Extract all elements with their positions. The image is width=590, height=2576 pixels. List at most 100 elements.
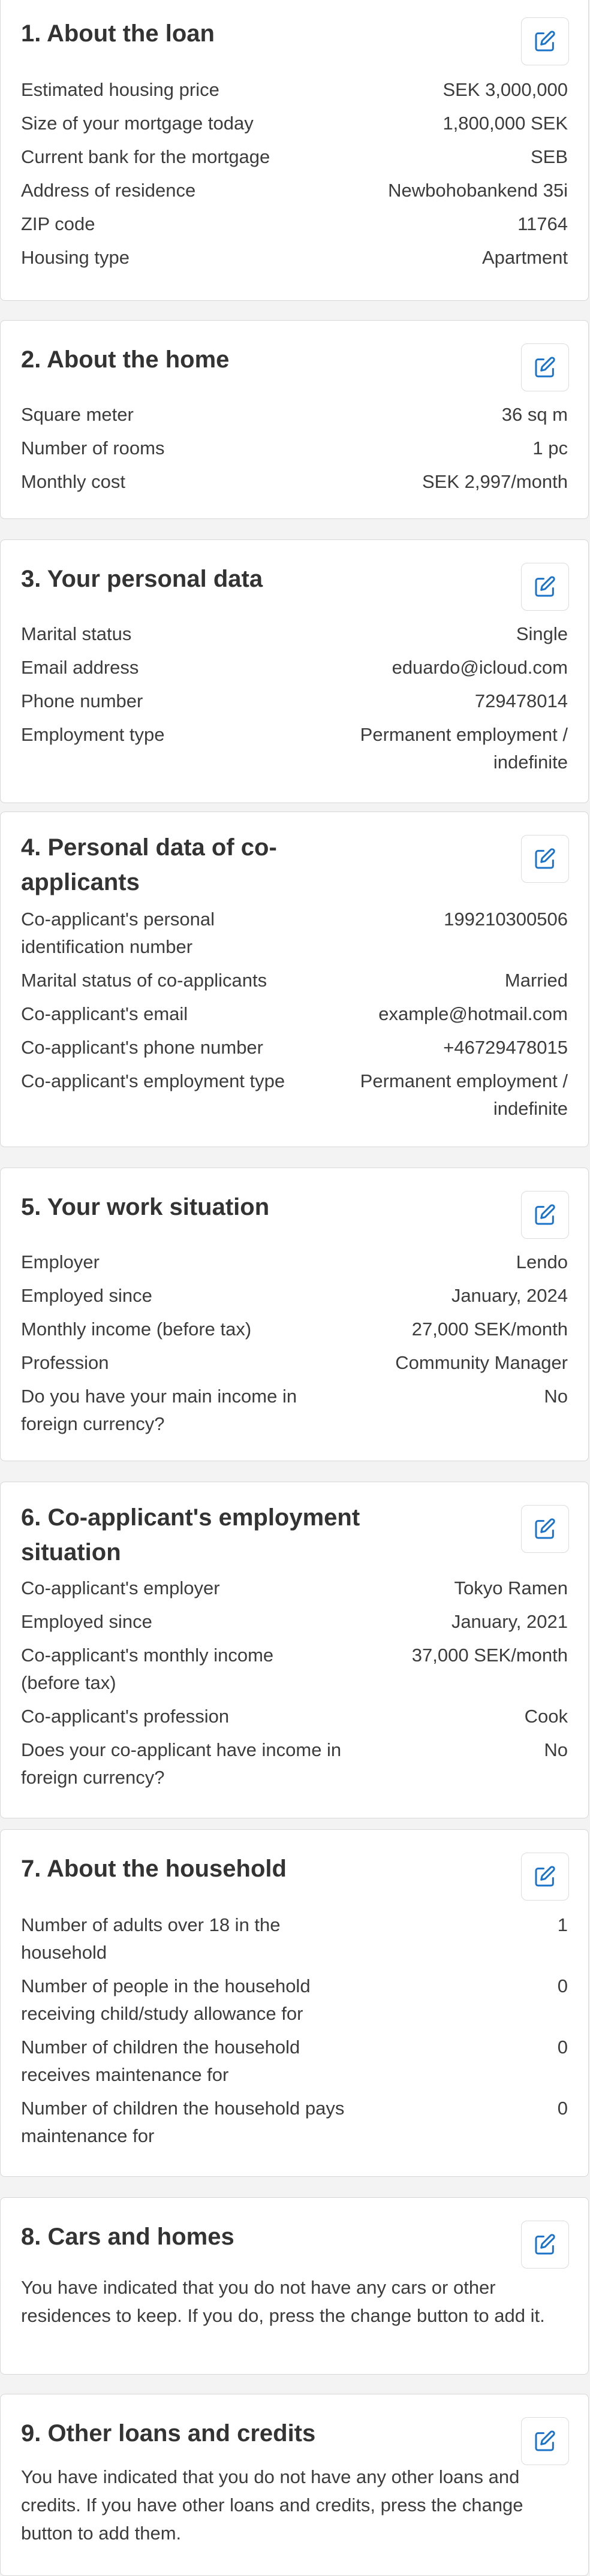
row-value: Cook — [524, 1706, 568, 1727]
edit-button[interactable] — [521, 343, 569, 391]
info-row: Co-applicant's profession Cook — [21, 1703, 568, 1730]
section-cars-homes: 8. Cars and homes You have indicated tha… — [0, 2197, 589, 2375]
row-value: Tokyo Ramen — [454, 1577, 568, 1598]
section-household: 7. About the household Number of adults … — [0, 1829, 589, 2177]
row-label: Size of your mortgage today — [21, 113, 254, 134]
row-value: 729478014 — [474, 690, 568, 711]
row-value: +46729478015 — [443, 1037, 568, 1058]
edit-icon — [535, 357, 555, 378]
section-title: 8. Cars and homes — [21, 2224, 234, 2250]
row-label: Email address — [21, 657, 139, 678]
row-label: Number of adults over 18 in the househol… — [21, 1914, 281, 1963]
edit-icon — [535, 2234, 555, 2255]
edit-button[interactable] — [521, 835, 569, 883]
row-value: Married — [504, 970, 568, 991]
section-description: You have indicated that you do not have … — [21, 2466, 523, 2544]
row-label: Phone number — [21, 690, 143, 711]
info-row: Employer Lendo — [21, 1248, 568, 1276]
info-row: Monthly income (before tax) 27,000 SEK/mo… — [21, 1316, 568, 1343]
row-label: Number of people in the household receiv… — [21, 1975, 311, 2024]
row-value: Permanent employment / indefinite — [360, 724, 568, 773]
row-label: Co-applicant's profession — [21, 1706, 230, 1727]
info-row: Does your co-applicant have income in fo… — [21, 1736, 568, 1791]
edit-button[interactable] — [521, 17, 569, 65]
section-co-applicant-data: 4. Personal data of co-applicants Co-app… — [0, 812, 589, 1147]
info-row: Marital status of co-applicants Married — [21, 967, 568, 994]
info-row: Employment type Permanent employment / in… — [21, 721, 568, 776]
row-label: Co-applicant's monthly income (before ta… — [21, 1645, 274, 1693]
info-row: Employed since January, 2021 — [21, 1608, 568, 1636]
info-row: Co-applicant's employment type Permanent … — [21, 1067, 568, 1123]
row-label: Marital status — [21, 623, 132, 644]
info-row: Profession Community Manager — [21, 1349, 568, 1377]
row-value: January, 2024 — [451, 1285, 568, 1306]
row-value: 0 — [557, 2037, 568, 2058]
row-value: 36 sq m — [501, 404, 568, 425]
row-value: 1 pc — [532, 438, 568, 459]
info-row: Number of adults over 18 in the househol… — [21, 1911, 568, 1966]
info-row: Monthly cost SEK 2,997/month — [21, 468, 568, 496]
info-row: Number of children the household pays ma… — [21, 2095, 568, 2150]
row-label: Co-applicant's phone number — [21, 1037, 263, 1058]
row-label: Co-applicant's email — [21, 1003, 188, 1024]
section-title: 7. About the household — [21, 1856, 287, 1882]
row-value: Newbohobankend 35i — [388, 180, 568, 201]
info-row: Size of your mortgage today 1,800,000 SEK — [21, 110, 568, 137]
section-description: You have indicated that you do not have … — [21, 2277, 545, 2326]
row-value: eduardo@icloud.com — [392, 657, 568, 678]
info-row: Co-applicant's employer Tokyo Ramen — [21, 1574, 568, 1602]
row-value: 1 — [557, 1914, 568, 1935]
info-row: Number of people in the household receiv… — [21, 1972, 568, 2028]
row-label: Current bank for the mortgage — [21, 146, 270, 167]
row-value: January, 2021 — [451, 1611, 568, 1632]
row-value: Single — [516, 623, 568, 644]
info-row: Co-applicant's monthly income (before ta… — [21, 1642, 568, 1697]
info-row: Phone number 729478014 — [21, 687, 568, 715]
row-label: Co-applicant's employment type — [21, 1070, 285, 1091]
info-row: Number of children the household receive… — [21, 2034, 568, 2089]
row-label: Does your co-applicant have income in fo… — [21, 1739, 342, 1788]
row-label: Number of children the household receive… — [21, 2037, 300, 2085]
info-row: Email address eduardo@icloud.com — [21, 654, 568, 681]
row-label: Employer — [21, 1251, 100, 1272]
row-value: SEK 2,997/month — [422, 471, 568, 492]
row-label: Monthly income (before tax) — [21, 1319, 252, 1340]
section-title: 4. Personal data of co-applicants — [21, 834, 277, 895]
row-value: SEK 3,000,000 — [442, 79, 568, 100]
row-value: 11764 — [517, 213, 568, 234]
row-label: Address of residence — [21, 180, 196, 201]
summary-page: 1. About the loan Estimated housing pric… — [0, 0, 590, 2576]
section-title: 2. About the home — [21, 346, 230, 373]
section-personal-data: 3. Your personal data Marital status Sing… — [0, 539, 589, 803]
section-work-situation: 5. Your work situation Employer Lendo Emp… — [0, 1168, 589, 1461]
row-label: Profession — [21, 1352, 109, 1373]
row-label: Monthly cost — [21, 471, 126, 492]
row-label: Estimated housing price — [21, 79, 219, 100]
row-value: Permanent employment / indefinite — [360, 1070, 568, 1119]
info-row: Co-applicant's phone number +46729478015 — [21, 1034, 568, 1061]
edit-button[interactable] — [521, 1505, 569, 1553]
edit-icon — [535, 576, 555, 597]
edit-button[interactable] — [521, 563, 569, 611]
edit-button[interactable] — [521, 2221, 569, 2269]
section-title: 6. Co-applicant's employment situation — [21, 1504, 360, 1565]
info-row: Estimated housing price SEK 3,000,000 — [21, 76, 568, 104]
row-label: Co-applicant's personal identification n… — [21, 909, 215, 957]
row-value: No — [544, 1739, 568, 1760]
row-label: Housing type — [21, 247, 130, 268]
section-about-loan: 1. About the loan Estimated housing pric… — [0, 0, 589, 301]
info-row: Address of residence Newbohobankend 35i — [21, 177, 568, 204]
row-value: 27,000 SEK/month — [411, 1319, 568, 1340]
row-value: 0 — [557, 1975, 568, 1996]
row-value: 1,800,000 SEK — [442, 113, 568, 134]
edit-button[interactable] — [521, 2417, 569, 2465]
row-value: Community Manager — [395, 1352, 568, 1373]
edit-button[interactable] — [521, 1191, 569, 1239]
info-row: Co-applicant's email example@hotmail.com — [21, 1000, 568, 1028]
section-title: 1. About the loan — [21, 20, 215, 47]
row-value: SEB — [530, 146, 568, 167]
info-row: Housing type Apartment — [21, 244, 568, 272]
edit-button[interactable] — [521, 1853, 569, 1901]
section-co-applicant-employment: 6. Co-applicant's employment situation C… — [0, 1482, 589, 1818]
row-label: Marital status of co-applicants — [21, 970, 267, 991]
